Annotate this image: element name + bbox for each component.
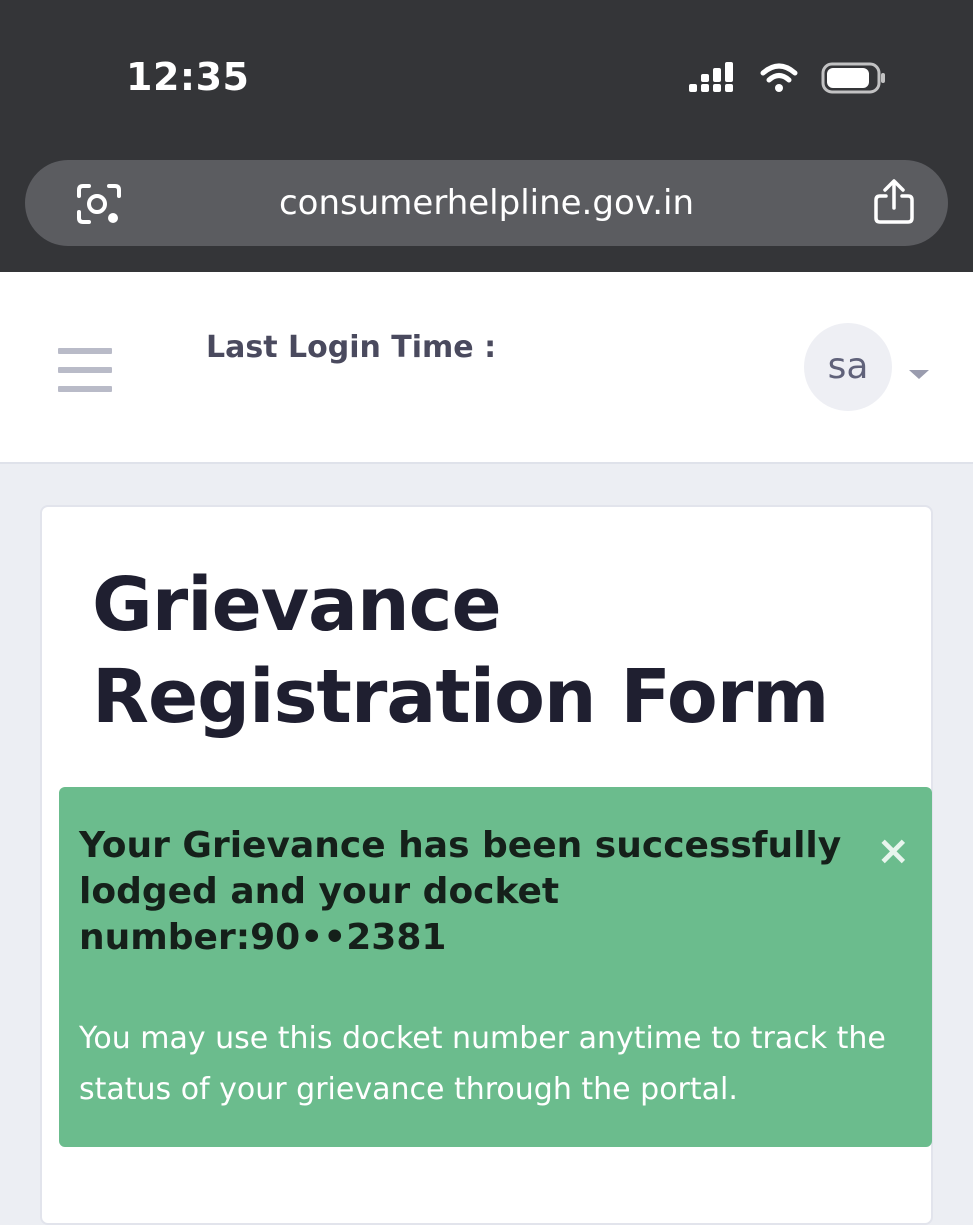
url-text[interactable]: consumerhelpline.gov.in [25, 160, 948, 246]
status-time: 12:35 [126, 55, 250, 99]
wifi-icon [759, 62, 799, 98]
share-icon[interactable] [872, 178, 916, 230]
chevron-down-icon[interactable] [909, 370, 929, 379]
alert-heading: Your Grievance has been successfully lod… [79, 825, 842, 958]
app-header: Last Login Time : sa [0, 272, 973, 464]
battery-icon [821, 62, 887, 98]
close-icon[interactable]: × [876, 831, 910, 871]
address-bar[interactable]: consumerhelpline.gov.in [25, 160, 948, 246]
last-login-label: Last Login Time : [206, 330, 497, 365]
status-icons [689, 62, 887, 98]
avatar[interactable]: sa [804, 323, 892, 411]
signal-icon [689, 62, 737, 98]
menu-icon[interactable] [58, 348, 112, 392]
page-title: Grievance Registration Form [92, 562, 829, 740]
browser-chrome: 12:35 consumerhelpline.gov.in [0, 0, 973, 272]
success-alert: Your Grievance has been successfully lod… [59, 787, 932, 1147]
alert-body: You may use this docket number anytime t… [79, 1021, 886, 1107]
